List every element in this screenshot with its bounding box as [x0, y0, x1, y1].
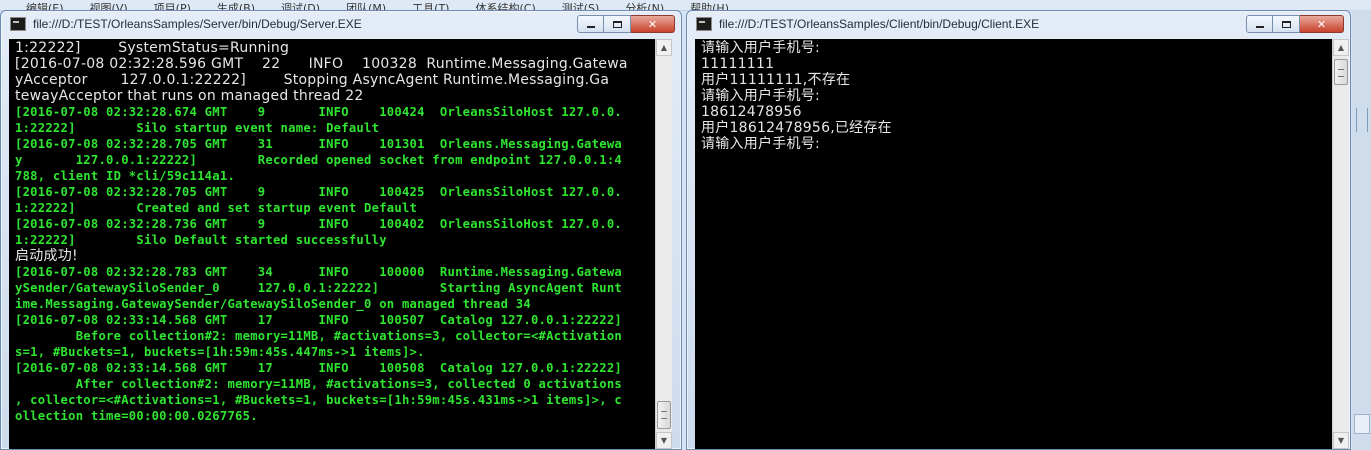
server-minimize-button[interactable]: [577, 15, 604, 33]
scroll-up-arrow-icon[interactable]: ▲: [656, 39, 672, 56]
client-minimize-button[interactable]: [1246, 15, 1273, 33]
client-maximize-button[interactable]: [1273, 15, 1300, 33]
console-line: 请输入用户手机号:: [701, 88, 820, 104]
console-line: After collection#2: memory=11MB, #activa…: [15, 377, 622, 391]
console-app-icon[interactable]: [696, 17, 712, 31]
console-line: 启动成功!: [15, 248, 78, 264]
client-console-window[interactable]: file:///D:/TEST/OrleansSamples/Client/bi…: [686, 10, 1351, 450]
console-line: 1:22222] Created and set startup event D…: [15, 201, 418, 215]
console-line: 请输入用户手机号:: [701, 40, 820, 56]
desktop: 编辑(E) 视图(V) 项目(P) 生成(B) 调试(D) 团队(M) 工具(T) 体系结构(…: [0, 0, 1371, 450]
server-close-button[interactable]: ✕: [631, 15, 675, 33]
client-window-title: file:///D:/TEST/OrleansSamples/Client/bi…: [719, 17, 1040, 31]
scroll-up-arrow-icon[interactable]: ▲: [1333, 39, 1349, 56]
console-line: 788, client ID *cli/59c114a1.: [15, 169, 236, 183]
console-line: s=1, #Buckets=1, buckets=[1h:59m:45s.447…: [15, 345, 425, 359]
background-marks: [1356, 108, 1368, 132]
close-icon: ✕: [1316, 17, 1327, 31]
console-line: y 127.0.0.1:22222] Recorded opened socke…: [15, 153, 622, 167]
console-line: [2016-07-08 02:32:28.736 GMT 9 INFO 1004…: [15, 217, 622, 231]
console-line: ime.Messaging.GatewaySender/GatewaySiloS…: [15, 297, 531, 311]
server-titlebar[interactable]: file:///D:/TEST/OrleansSamples/Server/bi…: [1, 11, 681, 39]
maximize-icon: [1281, 20, 1291, 28]
console-line: ySender/GatewaySiloSender_0 127.0.0.1:22…: [15, 281, 622, 295]
client-console-lines: 请输入用户手机号: 11111111 用户11111111,不存在 请输入用户手机号:…: [701, 40, 1330, 152]
console-line: 11111111: [701, 56, 775, 72]
console-line: 用户18612478956,已经存在: [701, 120, 892, 136]
console-line: [2016-07-08 02:32:28.705 GMT 9 INFO 1004…: [15, 185, 622, 199]
server-console-output[interactable]: 1:22222] SystemStatus=Running [2016-07-08…: [9, 39, 655, 449]
server-maximize-button[interactable]: [604, 15, 631, 33]
server-window-title: file:///D:/TEST/OrleansSamples/Server/bi…: [33, 17, 362, 31]
console-line: 请输入用户手机号:: [701, 136, 820, 152]
console-line: , collector=<#Activations=1, #Buckets=1,…: [15, 393, 622, 407]
console-line: yAcceptor 127.0.0.1:22222] Stopping Asyn…: [15, 72, 610, 88]
server-vertical-scrollbar[interactable]: ▲ ▼: [655, 39, 672, 449]
console-line: [2016-07-08 02:32:28.596 GMT 22 INFO 100…: [15, 56, 628, 72]
client-close-button[interactable]: ✕: [1300, 15, 1344, 33]
background-ide-edge: [1352, 10, 1371, 450]
console-line: [2016-07-08 02:33:14.568 GMT 17 INFO 100…: [15, 313, 622, 327]
server-caption-buttons: ✕: [577, 15, 675, 34]
console-line: [2016-07-08 02:32:28.783 GMT 34 INFO 100…: [15, 265, 622, 279]
server-scroll-thumb[interactable]: [657, 401, 671, 429]
client-titlebar[interactable]: file:///D:/TEST/OrleansSamples/Client/bi…: [687, 11, 1350, 39]
console-line: [2016-07-08 02:32:28.674 GMT 9 INFO 1004…: [15, 105, 622, 119]
background-panel-button: [1354, 414, 1370, 434]
scroll-down-arrow-icon[interactable]: ▼: [1333, 432, 1349, 449]
console-line: 1:22222] SystemStatus=Running: [15, 40, 290, 56]
console-line: 1:22222] Silo Default started successful…: [15, 233, 387, 247]
server-console-lines: 1:22222] SystemStatus=Running [2016-07-08…: [15, 40, 653, 424]
server-console-window[interactable]: file:///D:/TEST/OrleansSamples/Server/bi…: [0, 10, 682, 450]
console-line: [2016-07-08 02:32:28.705 GMT 31 INFO 101…: [15, 137, 622, 151]
client-caption-buttons: ✕: [1246, 15, 1344, 34]
console-line: Before collection#2: memory=11MB, #activ…: [15, 329, 622, 343]
console-line: [2016-07-08 02:33:14.568 GMT 17 INFO 100…: [15, 361, 622, 375]
minimize-icon: [1255, 26, 1264, 28]
client-scroll-thumb[interactable]: [1334, 59, 1348, 85]
minimize-icon: [586, 26, 595, 28]
close-icon: ✕: [647, 17, 658, 31]
console-line: tewayAcceptor that runs on managed threa…: [15, 88, 364, 104]
console-line: 用户11111111,不存在: [701, 72, 851, 88]
console-line: ollection time=00:00:00.0267765.: [15, 409, 258, 423]
client-console-output[interactable]: 请输入用户手机号: 11111111 用户11111111,不存在 请输入用户手机号:…: [695, 39, 1332, 449]
scroll-down-arrow-icon[interactable]: ▼: [656, 432, 672, 449]
maximize-icon: [612, 20, 622, 28]
console-line: 1:22222] Silo startup event name: Defaul…: [15, 121, 380, 135]
console-line: 18612478956: [701, 104, 802, 120]
console-app-icon[interactable]: [10, 17, 26, 31]
client-vertical-scrollbar[interactable]: ▲ ▼: [1332, 39, 1349, 449]
